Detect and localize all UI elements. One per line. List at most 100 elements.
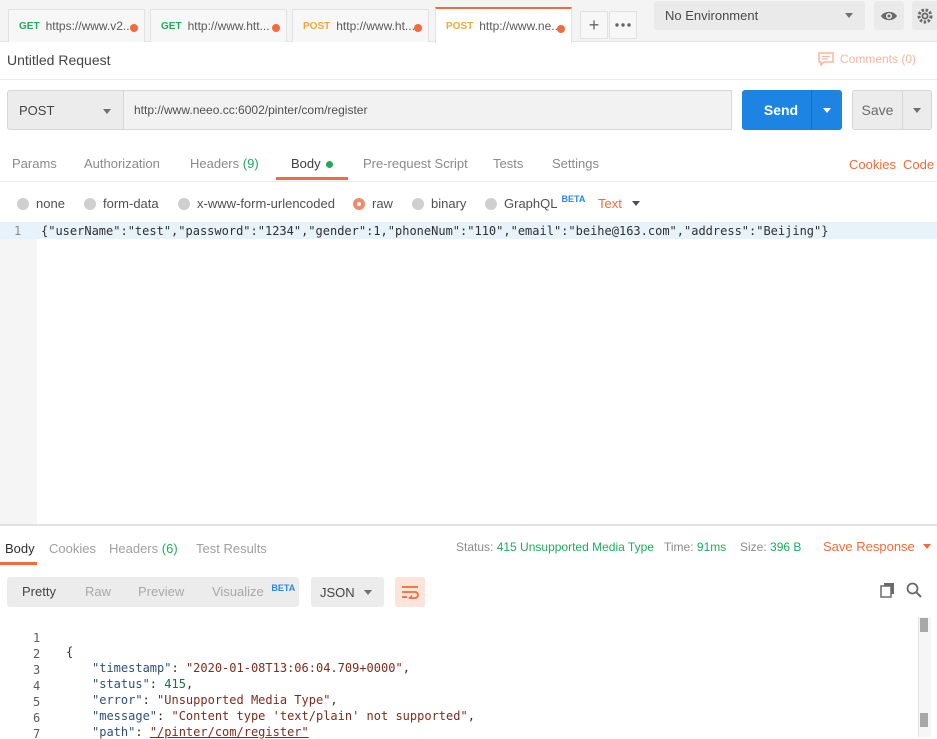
view-visualize-label: Visualize: [212, 584, 264, 599]
response-format-select[interactable]: JSON: [311, 577, 384, 607]
tab-url-label: http://www.ht...: [336, 19, 415, 33]
radio-urlencoded-label: x-www-form-urlencoded: [197, 196, 335, 211]
radio-form-data[interactable]: form-data: [84, 196, 159, 211]
body-format-select[interactable]: Text: [598, 196, 640, 211]
send-button[interactable]: Send: [742, 90, 820, 130]
radio-binary[interactable]: binary: [412, 196, 466, 211]
radio-raw[interactable]: raw: [353, 196, 393, 211]
view-preview[interactable]: Preview: [138, 584, 184, 599]
response-pane-resizer[interactable]: [0, 524, 937, 526]
wrap-lines-icon: [402, 586, 419, 599]
response-line: 6 "path": "/pinter/com/register": [33, 711, 309, 739]
request-tab-1[interactable]: GET https://www.v2...: [8, 9, 145, 42]
response-line: 3 "status": 415,: [33, 663, 194, 691]
search-response-button[interactable]: [903, 578, 925, 602]
json-key: "message": [92, 709, 158, 723]
response-tab-cookies[interactable]: Cookies: [49, 541, 96, 556]
response-headers-count: (6): [161, 541, 178, 556]
tab-body-label: Body: [291, 156, 321, 171]
response-scrollbar[interactable]: [918, 617, 931, 737]
save-label: Save: [861, 102, 894, 118]
view-raw[interactable]: Raw: [85, 584, 111, 599]
line-number: 5: [33, 695, 41, 709]
save-options-button[interactable]: [902, 90, 932, 130]
tab-settings[interactable]: Settings: [552, 156, 599, 171]
comment-icon: [818, 52, 834, 66]
tab-authorization[interactable]: Authorization: [84, 156, 160, 171]
comments-button[interactable]: Comments (0): [818, 52, 916, 66]
scrollbar-thumb[interactable]: [920, 618, 928, 632]
request-body-editor[interactable]: 1 {"userName":"test","password":"1234","…: [0, 222, 937, 524]
line-number: 7: [33, 727, 41, 739]
wrap-lines-button[interactable]: [395, 577, 425, 607]
http-method-select[interactable]: POST: [7, 90, 124, 130]
view-visualize[interactable]: Visualize BETA: [212, 583, 296, 599]
radio-selected-icon: [353, 197, 365, 210]
json-value: 415: [164, 677, 186, 691]
more-horizontal-icon: [615, 23, 631, 27]
radio-none[interactable]: none: [17, 196, 65, 211]
tab-pre-request-script[interactable]: Pre-request Script: [363, 156, 468, 171]
save-response-button[interactable]: Save Response: [823, 539, 931, 554]
copy-response-button[interactable]: [877, 578, 899, 602]
scrollbar-thumb[interactable]: [920, 713, 928, 727]
code-link[interactable]: Code: [903, 157, 934, 172]
radio-circle-icon: [178, 197, 190, 210]
line-number: 2: [33, 647, 41, 661]
radio-urlencoded[interactable]: x-www-form-urlencoded: [178, 196, 335, 211]
new-tab-button[interactable]: +: [580, 11, 608, 39]
chevron-down-icon: [103, 109, 111, 114]
response-body-viewer[interactable]: 1 { 2 "timestamp": "2020-01-08T13:06:04.…: [0, 617, 937, 739]
json-key: "timestamp": [92, 661, 172, 675]
tab-url-label: https://www.v2...: [45, 19, 133, 33]
environment-select[interactable]: No Environment: [654, 1, 865, 30]
gear-icon: [917, 8, 932, 23]
line-number: 3: [33, 663, 41, 677]
environment-label: No Environment: [665, 8, 759, 23]
view-pretty[interactable]: Pretty: [22, 584, 56, 599]
radio-raw-label: raw: [372, 196, 393, 211]
request-body-code[interactable]: {"userName":"test","password":"1234","ge…: [41, 224, 828, 238]
tab-body[interactable]: Body: [291, 156, 333, 171]
line-number: 4: [33, 679, 41, 693]
size-label: Size:: [740, 540, 767, 554]
radio-graphql[interactable]: GraphQL BETA: [485, 194, 585, 211]
tab-headers[interactable]: Headers (9): [190, 156, 259, 171]
json-key: "path": [92, 725, 136, 739]
response-tab-body[interactable]: Body: [5, 541, 35, 556]
manage-environments-button[interactable]: [912, 1, 937, 30]
request-tab-2[interactable]: GET http://www.htt...: [150, 9, 287, 42]
unsaved-dot-icon: [557, 25, 565, 33]
tab-method-label: POST: [446, 20, 474, 32]
cookies-link[interactable]: Cookies: [849, 157, 896, 172]
request-tab-4-active[interactable]: POST http://www.ne...: [435, 7, 572, 43]
response-size: Size: 396 B: [740, 540, 801, 554]
chevron-down-icon: [845, 13, 853, 18]
body-indicator-dot-icon: [325, 161, 333, 169]
json-value-link[interactable]: "/pinter/com/register": [150, 725, 309, 739]
tab-url-label: http://www.ne...: [479, 19, 562, 33]
body-format-label: Text: [598, 196, 622, 211]
tab-params[interactable]: Params: [12, 156, 57, 171]
response-line: 2 "timestamp": "2020-01-08T13:06:04.709+…: [33, 647, 410, 675]
save-button[interactable]: Save: [852, 90, 903, 130]
tab-options-button[interactable]: [609, 11, 637, 39]
chevron-down-icon: [823, 108, 831, 113]
chevron-down-icon: [922, 544, 931, 549]
radio-none-label: none: [36, 196, 65, 211]
tab-headers-label: Headers: [190, 156, 240, 171]
response-tab-test-results[interactable]: Test Results: [196, 541, 267, 556]
radio-graphql-label: GraphQL: [504, 196, 558, 211]
environment-quick-look-button[interactable]: [874, 1, 904, 30]
json-key: "error": [92, 693, 143, 707]
request-title[interactable]: Untitled Request: [7, 52, 111, 68]
tab-tests[interactable]: Tests: [493, 156, 523, 171]
request-tab-3[interactable]: POST http://www.ht...: [292, 9, 429, 42]
url-input[interactable]: http://www.neeo.cc:6002/pinter/com/regis…: [123, 90, 732, 130]
beta-badge: BETA: [271, 583, 296, 593]
response-line: 4 "error": "Unsupported Media Type",: [33, 679, 338, 707]
send-options-button[interactable]: [811, 90, 842, 130]
response-format-label: JSON: [320, 584, 355, 600]
radio-binary-label: binary: [431, 196, 467, 211]
response-tab-headers[interactable]: Headers (6): [109, 541, 178, 556]
